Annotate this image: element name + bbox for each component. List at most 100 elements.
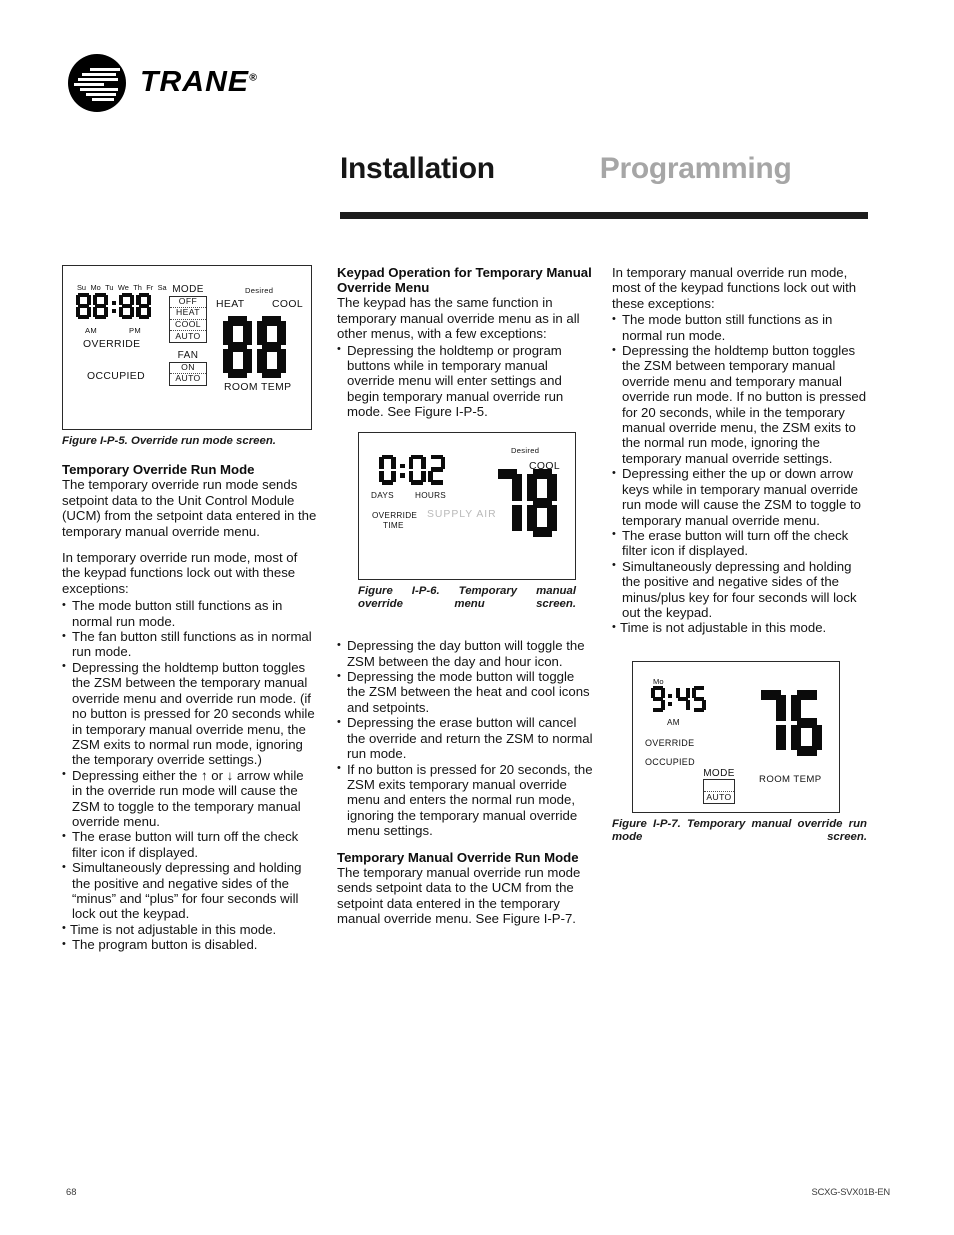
fig6-hours-label: HOURS — [415, 490, 447, 500]
fig7-override-label: OVERRIDE — [645, 737, 695, 748]
list-item: Depressing the holdtemp button toggles t… — [62, 659, 317, 768]
right-bullet-list: The mode button still functions as in no… — [612, 312, 868, 636]
seven-segment-digit — [408, 454, 426, 485]
header-divider — [340, 212, 868, 219]
seven-segment-digit — [93, 293, 109, 319]
list-item: The mode button still functions as in no… — [612, 312, 868, 343]
left-para-1: The temporary override run mode sends se… — [62, 477, 317, 539]
fig5-fan-auto: AUTO — [175, 373, 201, 384]
left-heading: Temporary Override Run Mode — [62, 462, 255, 478]
fig7-room-temp-label: ROOM TEMP — [759, 773, 822, 785]
seven-segment-digit — [492, 468, 522, 537]
footer-page-number: 68 — [66, 1186, 77, 1197]
fig5-mode-selector: MODE OFF HEAT COOL AUTO — [169, 284, 207, 343]
fig7-occupied-label: OCCUPIED — [645, 756, 695, 767]
fig5-occupied-label: OCCUPIED — [87, 371, 146, 382]
seven-segment-digit — [691, 685, 706, 712]
day-su: Su — [77, 283, 87, 292]
fig6-temperature-readout — [492, 468, 557, 537]
left-bullet-list: The mode button still functions as in no… — [62, 598, 317, 953]
list-item: Depressing the mode button will toggle t… — [337, 669, 593, 715]
fig7-day-label: Mo — [653, 676, 664, 686]
list-item: Depressing either the up or down arrow k… — [612, 466, 868, 528]
mid-heading-2: Temporary Manual Override Run Mode — [337, 849, 579, 865]
fig5-am-label: AM — [85, 326, 97, 335]
seven-segment-digit — [651, 685, 665, 712]
fig7-mode-title: MODE — [703, 767, 735, 779]
fig6-time-readout — [379, 454, 446, 485]
fig6-days-label: DAYS — [371, 490, 394, 500]
fig5-pm-label: PM — [129, 326, 141, 335]
seven-segment-digit — [223, 316, 252, 378]
fig7-temperature-readout — [755, 689, 822, 756]
seven-segment-digit — [428, 454, 446, 485]
seven-segment-colon — [110, 293, 117, 319]
seven-segment-digit — [675, 686, 690, 712]
list-item: Depressing either the ↑ or ↓ arrow while… — [62, 767, 317, 830]
fig7-mode-selector: MODE AUTO — [703, 768, 735, 804]
mid-heading: Keypad Operation for Temporary Manual Ov… — [337, 265, 592, 296]
fig7-am-label: AM — [667, 717, 680, 727]
list-item: Simultaneously depressing and holding th… — [62, 860, 317, 922]
left-para-2: In temporary override run mode, most of … — [62, 550, 298, 596]
fig7-time-readout — [651, 685, 706, 712]
day-mo: Mo — [90, 283, 101, 292]
logo-stripes — [68, 54, 126, 112]
fig5-mode-title: MODE — [172, 284, 204, 295]
fig6-time-label: TIME — [383, 520, 404, 530]
page-header: Installation Programming — [340, 152, 868, 186]
list-item: The erase button will turn off the check… — [62, 829, 317, 860]
fig5-fan-selector: FAN ON AUTO — [169, 350, 207, 386]
seven-segment-digit — [755, 689, 786, 756]
list-item: Depressing the holdtemp or program butto… — [337, 342, 593, 420]
registered-mark: ® — [249, 72, 258, 84]
fig5-cool-label: COOL — [272, 299, 304, 310]
figure-ip6-display: DAYS HOURS OVERRIDE TIME SUPPLY AIR Desi… — [358, 431, 576, 580]
fig5-room-temp-label: ROOM TEMP — [224, 382, 292, 393]
list-item: The mode button still functions as in no… — [62, 598, 317, 629]
figure-ip7-caption: Figure I-P-7. Temporary manual override … — [612, 817, 867, 843]
fig5-override-label: OVERRIDE — [83, 339, 141, 350]
seven-segment-colon — [399, 455, 406, 485]
fig7-mode-auto: AUTO — [706, 791, 732, 802]
day-tu: Tu — [105, 283, 114, 292]
list-item: The erase button will turn off the check… — [612, 527, 868, 559]
fig5-temperature-readout — [223, 316, 286, 378]
seven-segment-digit — [136, 293, 152, 319]
fig6-desired-label: Desired — [511, 445, 540, 455]
seven-segment-digit — [257, 316, 286, 378]
figure-ip6-caption: Figure I-P-6. Temporary manual override … — [358, 584, 576, 610]
fig5-mode-cool: COOL — [170, 319, 206, 332]
trane-circle-icon — [68, 54, 126, 112]
page-title-installation: Installation — [340, 152, 495, 185]
fig5-desired-label: Desired — [245, 286, 274, 295]
fig5-time-readout — [76, 293, 152, 319]
fig5-mode-heat: HEAT — [170, 308, 206, 320]
fig6-override-label: OVERRIDE — [372, 510, 418, 520]
seven-segment-digit — [379, 454, 396, 485]
day-sa: Sa — [157, 283, 167, 292]
brand-logo: TRANE® — [62, 52, 322, 114]
fig7-mode-blank — [704, 780, 734, 793]
list-item: Depressing the day button will toggle th… — [337, 638, 593, 669]
middle-column: Keypad Operation for Temporary Manual Ov… — [337, 265, 593, 937]
fig5-mode-auto: AUTO — [175, 330, 201, 341]
seven-segment-digit — [76, 293, 91, 319]
seven-segment-digit — [119, 293, 135, 319]
right-para-1: In temporary manual override run mode, m… — [612, 265, 857, 311]
day-we: We — [117, 283, 129, 292]
fig5-heat-label: HEAT — [216, 299, 245, 310]
fig5-day-strip: Su Mo Tu We Th Fr Sa — [77, 283, 167, 292]
fig5-fan-title: FAN — [177, 350, 199, 361]
figure-ip5-caption: Figure I-P-5. Override run mode screen. — [62, 435, 276, 447]
figure-ip5-display: Su Mo Tu We Th Fr Sa AM PM OVERRIDE OCCU… — [62, 265, 312, 430]
seven-segment-digit — [791, 689, 822, 756]
left-column: Su Mo Tu We Th Fr Sa AM PM OVERRIDE OCCU… — [62, 265, 317, 964]
fig5-mode-off: OFF — [170, 296, 206, 309]
page-title-programming: Programming — [599, 152, 792, 185]
figure-ip7-display: Mo AM OVERRIDE OCCUPIED MODE AUTO ROOM T… — [632, 660, 840, 813]
fig6-supply-air-label: SUPPLY AIR — [427, 508, 497, 520]
seven-segment-colon — [667, 686, 673, 712]
list-item: Depressing the erase button will cancel … — [337, 715, 593, 761]
trane-wordmark: TRANE® — [140, 66, 258, 98]
